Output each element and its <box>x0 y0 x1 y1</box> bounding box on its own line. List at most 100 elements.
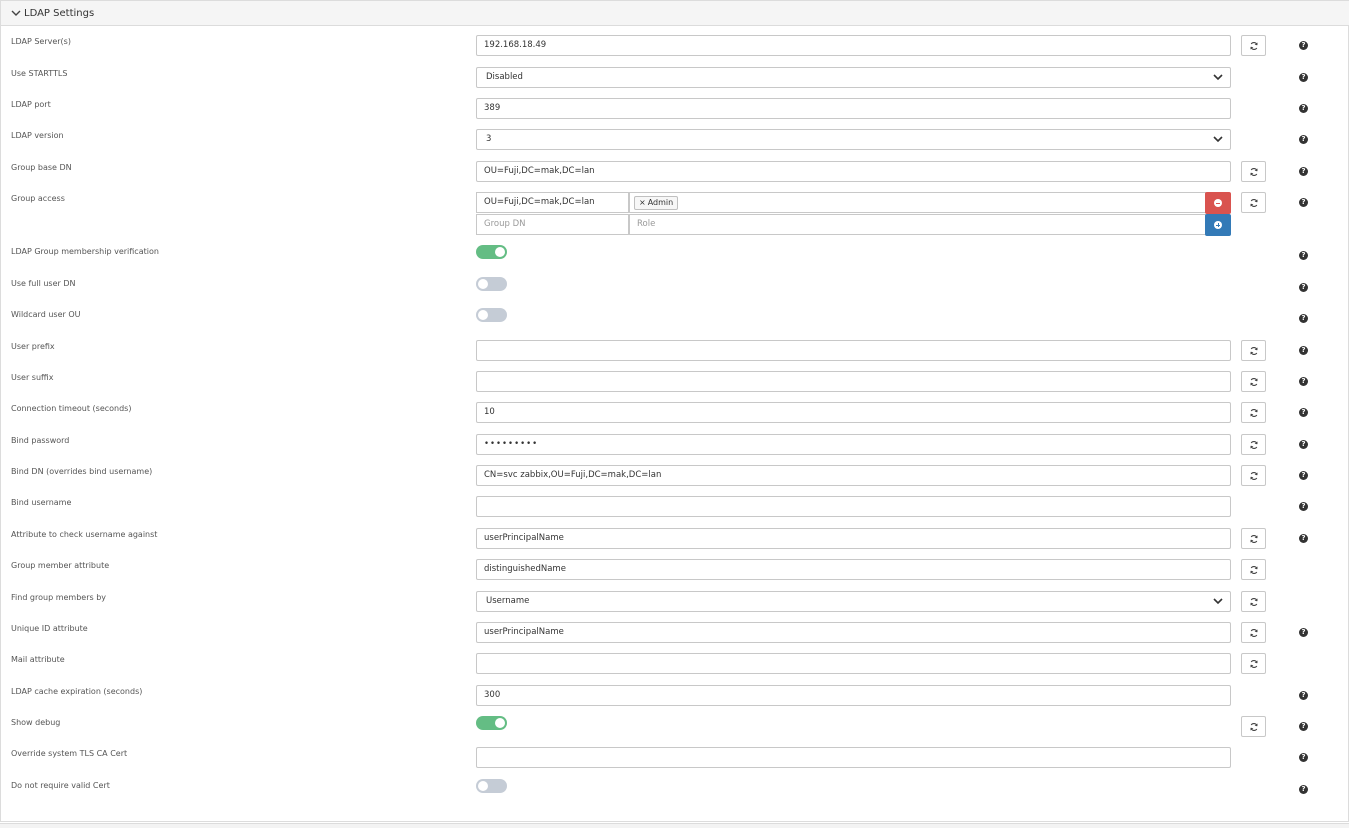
group-access-role-input[interactable] <box>629 192 1206 213</box>
ldap-port-input[interactable]: 389 <box>476 98 1231 119</box>
refresh-icon <box>1250 566 1258 574</box>
panel-header[interactable]: LDAP Settings <box>1 0 1349 26</box>
use-full-user-dn-toggle[interactable] <box>476 277 507 291</box>
role-tag: × Admin <box>634 196 679 210</box>
find-group-members-by-reset-button[interactable] <box>1241 591 1266 612</box>
next-panel-edge <box>0 823 1349 828</box>
group-base-dn-input[interactable]: OU=Fuji,DC=mak,DC=lan <box>476 161 1231 182</box>
username-attribute-reset-button[interactable] <box>1241 528 1266 549</box>
wildcard-user-ou-toggle[interactable] <box>476 308 507 322</box>
unique-id-attribute-input[interactable]: userPrincipalName <box>476 622 1231 643</box>
tls-ca-cert-input[interactable] <box>476 747 1231 768</box>
chevron-down-icon <box>1213 598 1223 605</box>
label-show-debug: Show debug <box>11 718 61 727</box>
use-starttls-value: Disabled <box>486 72 523 82</box>
group-membership-verification-toggle[interactable] <box>476 245 507 259</box>
use-full-user-dn-help-icon[interactable]: ? <box>1299 283 1308 292</box>
user-suffix-input[interactable] <box>476 371 1231 392</box>
bind-username-help-icon[interactable]: ? <box>1299 502 1308 511</box>
user-prefix-help-icon[interactable]: ? <box>1299 346 1308 355</box>
group-member-attribute-reset-button[interactable] <box>1241 559 1266 580</box>
wildcard-user-ou-help-icon[interactable]: ? <box>1299 314 1308 323</box>
group-access-reset-button[interactable] <box>1241 192 1266 213</box>
label-bind-password: Bind password <box>11 436 70 445</box>
label-unique-id-attribute: Unique ID attribute <box>11 624 88 633</box>
username-attribute-input[interactable]: userPrincipalName <box>476 528 1231 549</box>
use-starttls-select[interactable]: Disabled <box>476 67 1231 88</box>
label-ldap-servers: LDAP Server(s) <box>11 37 71 46</box>
group-membership-verification-help-icon[interactable]: ? <box>1299 251 1308 260</box>
add-group-access-button[interactable] <box>1205 214 1231 236</box>
unique-id-attribute-reset-button[interactable] <box>1241 622 1266 643</box>
ldap-version-select[interactable]: 3 <box>476 129 1231 150</box>
tag-remove-icon[interactable]: × <box>639 198 646 207</box>
group-base-dn-reset-button[interactable] <box>1241 161 1266 182</box>
username-attribute-help-icon[interactable]: ? <box>1299 534 1308 543</box>
label-group-member-attribute: Group member attribute <box>11 561 110 570</box>
cache-expiration-input[interactable]: 300 <box>476 685 1231 706</box>
label-group-access: Group access <box>11 194 65 203</box>
label-mail-attribute: Mail attribute <box>11 655 65 664</box>
label-username-attribute: Attribute to check username against <box>11 530 158 539</box>
refresh-icon <box>1250 168 1258 176</box>
group-access-help-icon[interactable]: ? <box>1299 198 1308 207</box>
mail-attribute-input[interactable] <box>476 653 1231 674</box>
user-suffix-help-icon[interactable]: ? <box>1299 377 1308 386</box>
no-valid-cert-toggle[interactable] <box>476 779 507 793</box>
user-suffix-reset-button[interactable] <box>1241 371 1266 392</box>
use-starttls-help-icon[interactable]: ? <box>1299 73 1308 82</box>
label-use-full-user-dn: Use full user DN <box>11 279 76 288</box>
bind-dn-input[interactable]: CN=svc zabbix,OU=Fuji,DC=mak,DC=lan <box>476 465 1231 486</box>
refresh-icon <box>1250 723 1258 731</box>
find-group-members-by-select[interactable]: Username <box>476 591 1231 612</box>
ldap-servers-help-icon[interactable]: ? <box>1299 41 1308 50</box>
show-debug-help-icon[interactable]: ? <box>1299 722 1308 731</box>
ldap-version-help-icon[interactable]: ? <box>1299 135 1308 144</box>
tls-ca-cert-help-icon[interactable]: ? <box>1299 753 1308 762</box>
ldap-servers-input[interactable]: 192.168.18.49 <box>476 35 1231 56</box>
ldap-servers-reset-button[interactable] <box>1241 35 1266 56</box>
user-prefix-input[interactable] <box>476 340 1231 361</box>
refresh-icon <box>1250 629 1258 637</box>
show-debug-toggle[interactable] <box>476 716 507 730</box>
bind-password-input[interactable]: ••••••••• <box>476 434 1231 455</box>
find-group-members-by-value: Username <box>486 596 530 606</box>
remove-group-access-button[interactable] <box>1205 192 1231 214</box>
refresh-icon <box>1250 42 1258 50</box>
connection-timeout-reset-button[interactable] <box>1241 402 1266 423</box>
bind-dn-help-icon[interactable]: ? <box>1299 471 1308 480</box>
label-connection-timeout: Connection timeout (seconds) <box>11 404 132 413</box>
label-user-prefix: User prefix <box>11 342 55 351</box>
connection-timeout-help-icon[interactable]: ? <box>1299 408 1308 417</box>
ldap-port-help-icon[interactable]: ? <box>1299 104 1308 113</box>
plus-circle-icon <box>1214 221 1222 229</box>
refresh-icon <box>1250 199 1258 207</box>
label-find-group-members-by: Find group members by <box>11 593 107 602</box>
group-member-attribute-input[interactable]: distinguishedName <box>476 559 1231 580</box>
cache-expiration-help-icon[interactable]: ? <box>1299 691 1308 700</box>
new-role-input[interactable]: Role <box>629 214 1206 235</box>
chevron-down-icon[interactable] <box>11 8 21 18</box>
bind-password-help-icon[interactable]: ? <box>1299 440 1308 449</box>
user-prefix-reset-button[interactable] <box>1241 340 1266 361</box>
minus-circle-icon <box>1214 199 1222 207</box>
unique-id-attribute-help-icon[interactable]: ? <box>1299 628 1308 637</box>
refresh-icon <box>1250 472 1258 480</box>
no-valid-cert-help-icon[interactable]: ? <box>1299 785 1308 794</box>
bind-username-input[interactable] <box>476 496 1231 517</box>
group-base-dn-help-icon[interactable]: ? <box>1299 167 1308 176</box>
group-access-dn-input[interactable]: OU=Fuji,DC=mak,DC=lan <box>476 192 629 213</box>
bind-dn-reset-button[interactable] <box>1241 465 1266 486</box>
refresh-icon <box>1250 660 1258 668</box>
bind-password-reset-button[interactable] <box>1241 434 1266 455</box>
mail-attribute-reset-button[interactable] <box>1241 653 1266 674</box>
label-bind-username: Bind username <box>11 498 72 507</box>
ldap-settings-panel: LDAP Settings LDAP Server(s) 192.168.18.… <box>0 0 1349 822</box>
show-debug-reset-button[interactable] <box>1241 716 1266 737</box>
label-group-membership-verification: LDAP Group membership verification <box>11 247 159 256</box>
refresh-icon <box>1250 598 1258 606</box>
connection-timeout-input[interactable]: 10 <box>476 402 1231 423</box>
label-wildcard-user-ou: Wildcard user OU <box>11 310 81 319</box>
new-group-dn-input[interactable]: Group DN <box>476 214 629 235</box>
refresh-icon <box>1250 535 1258 543</box>
